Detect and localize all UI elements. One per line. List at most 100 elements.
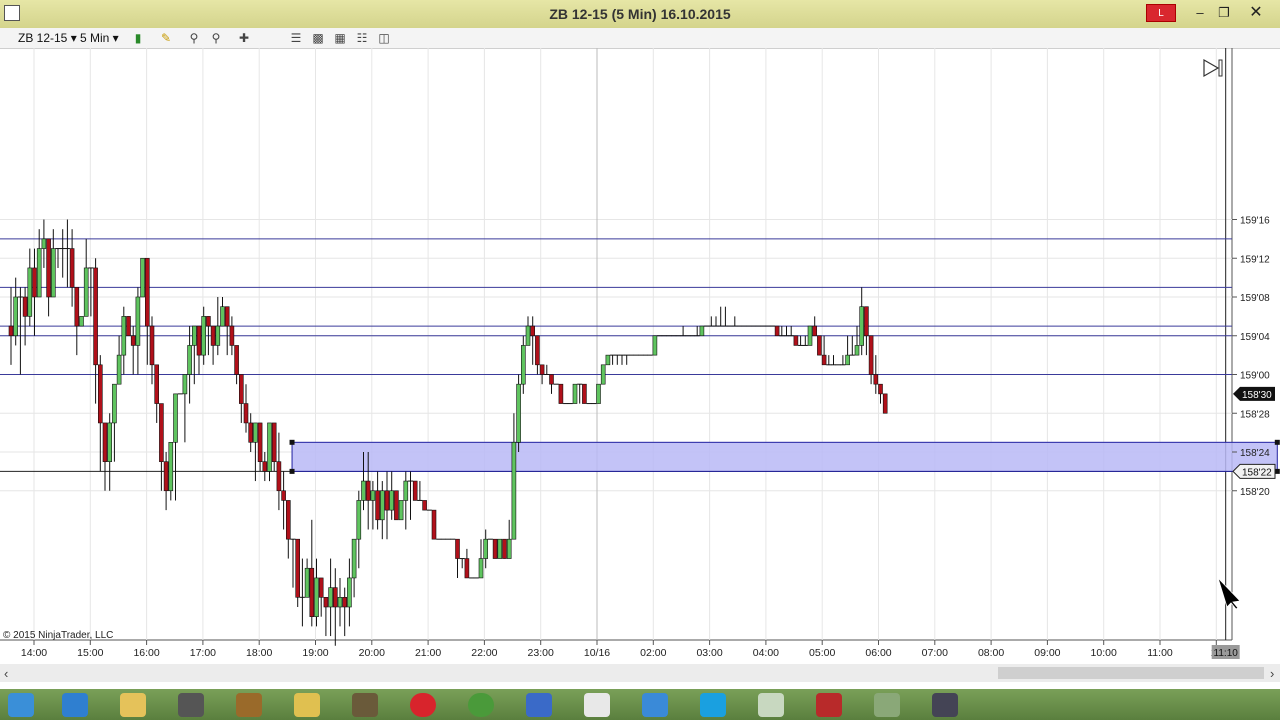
candle-body bbox=[492, 538, 498, 559]
mouse-cursor-icon bbox=[1217, 577, 1241, 610]
candle bbox=[267, 422, 272, 482]
candle-body bbox=[239, 374, 244, 404]
candle-body bbox=[192, 325, 197, 346]
candle-body bbox=[878, 383, 883, 395]
candle bbox=[102, 422, 108, 491]
restore-button[interactable]: ❐ bbox=[1214, 4, 1234, 22]
crosshair-icon[interactable]: ✚ bbox=[236, 30, 252, 46]
start-button-icon[interactable] bbox=[8, 693, 34, 717]
app-icon-14[interactable] bbox=[816, 693, 842, 717]
candle bbox=[779, 326, 785, 337]
candle-body bbox=[22, 296, 28, 317]
candle bbox=[342, 587, 348, 637]
ninjatrader-icon[interactable] bbox=[758, 693, 784, 717]
candle-body bbox=[46, 238, 51, 298]
candle bbox=[455, 538, 460, 578]
messenger-icon[interactable] bbox=[642, 693, 668, 717]
candle-body bbox=[328, 587, 333, 608]
candle-body bbox=[234, 345, 239, 375]
candle bbox=[32, 248, 37, 336]
properties-icon[interactable]: ☰ bbox=[288, 30, 304, 46]
template-icon[interactable]: ◫ bbox=[376, 30, 392, 46]
app-icon-4[interactable] bbox=[236, 693, 262, 717]
data-box-icon[interactable]: ☷ bbox=[354, 30, 370, 46]
candle-body bbox=[807, 325, 813, 346]
internet-explorer-icon[interactable] bbox=[62, 693, 88, 717]
candle-body bbox=[173, 393, 178, 443]
current-time-label: 11:10 bbox=[1214, 648, 1239, 659]
candle bbox=[882, 393, 888, 414]
candle bbox=[304, 558, 310, 598]
candle bbox=[276, 432, 282, 511]
app-icon-16[interactable] bbox=[932, 693, 958, 717]
yandex-icon[interactable] bbox=[584, 693, 610, 717]
candle-body bbox=[351, 538, 357, 579]
skype-icon[interactable] bbox=[700, 693, 726, 717]
candle-body bbox=[220, 306, 225, 327]
zoom-out-icon[interactable]: ⚲ bbox=[208, 30, 224, 46]
scrollbar[interactable]: ‹ › bbox=[0, 664, 1280, 682]
scroll-end-icon[interactable] bbox=[1203, 58, 1223, 78]
candle-body bbox=[295, 538, 301, 598]
candle-body bbox=[215, 325, 221, 346]
x-tick-label: 23:00 bbox=[528, 647, 554, 659]
candle bbox=[379, 481, 385, 540]
candle-body bbox=[375, 490, 380, 521]
candle-body bbox=[582, 383, 587, 404]
candle bbox=[478, 539, 484, 579]
y-tick-label: 158'20 bbox=[1240, 487, 1270, 498]
candle-body bbox=[163, 461, 169, 492]
candle-body bbox=[318, 577, 324, 598]
candle-body bbox=[394, 490, 399, 521]
opera-icon[interactable] bbox=[410, 693, 436, 717]
link-button[interactable]: L bbox=[1146, 4, 1176, 22]
x-tick-label: 05:00 bbox=[809, 647, 835, 659]
y-tick-label: 159'00 bbox=[1240, 371, 1270, 382]
candle-body bbox=[525, 325, 531, 346]
candle-body bbox=[267, 422, 272, 472]
candle-body bbox=[868, 335, 874, 375]
media-icon[interactable] bbox=[178, 693, 204, 717]
indicators-icon[interactable]: ▩ bbox=[310, 30, 326, 46]
folder-icon[interactable] bbox=[294, 693, 320, 717]
candle bbox=[713, 316, 719, 327]
candle-body bbox=[304, 567, 310, 598]
candle bbox=[520, 335, 526, 394]
close-button[interactable]: ✕ bbox=[1244, 4, 1268, 22]
app-icon-15[interactable] bbox=[874, 693, 900, 717]
app-icon-6[interactable] bbox=[352, 693, 378, 717]
pencil-icon[interactable]: ✎ bbox=[158, 30, 174, 46]
x-tick-label: 11:00 bbox=[1147, 647, 1173, 659]
candle bbox=[408, 471, 413, 520]
candle bbox=[431, 509, 437, 540]
candle-body bbox=[149, 325, 155, 366]
scrollbar-thumb[interactable] bbox=[998, 667, 1264, 679]
candle-body bbox=[506, 538, 512, 559]
x-tick-label: 17:00 bbox=[190, 647, 216, 659]
candle bbox=[375, 471, 380, 530]
candle-body bbox=[27, 267, 33, 317]
apps-icon[interactable] bbox=[526, 693, 552, 717]
x-tick-label: 04:00 bbox=[753, 647, 779, 659]
candle bbox=[849, 335, 855, 356]
x-tick-label: 06:00 bbox=[865, 647, 891, 659]
x-tick-label: 20:00 bbox=[359, 647, 385, 659]
interval-selector[interactable]: 5 Min ▾ bbox=[80, 30, 119, 46]
instrument-selector[interactable]: ZB 12-15 ▾ bbox=[18, 30, 77, 46]
candle-body bbox=[483, 538, 489, 559]
candle bbox=[845, 335, 850, 366]
candle-body bbox=[845, 354, 850, 366]
strategies-icon[interactable]: ▦ bbox=[332, 30, 348, 46]
candle bbox=[83, 238, 89, 317]
price-chart[interactable]: 159'16 159'12 159'08 159'04 159'00 158'28 158'… bbox=[0, 48, 1280, 693]
candle bbox=[130, 326, 136, 375]
minimize-button[interactable]: – bbox=[1190, 4, 1210, 22]
candle-body bbox=[112, 383, 117, 424]
file-explorer-icon[interactable] bbox=[120, 693, 146, 717]
candle bbox=[718, 306, 724, 327]
bar-type-icon[interactable]: ▮ bbox=[130, 30, 146, 46]
zoom-in-icon[interactable]: ⚲ bbox=[186, 30, 202, 46]
candle bbox=[281, 471, 286, 530]
candle-body bbox=[13, 296, 18, 337]
chrome-icon[interactable] bbox=[468, 693, 494, 717]
